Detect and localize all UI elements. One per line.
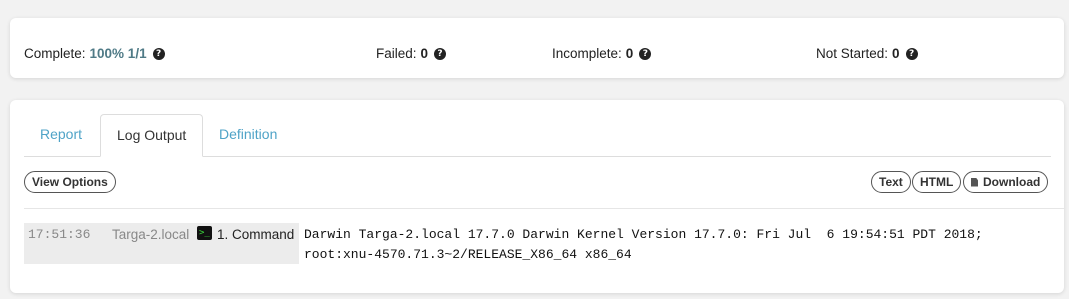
complete-value: 100% 1/1 <box>89 46 147 61</box>
tab-report[interactable]: Report <box>24 114 98 155</box>
log-entry-meta: 17:51:36 Targa-2.local >_ 1. Command <box>24 223 299 264</box>
execution-status-panel: Complete: 100% 1/1 ? Failed: 0 ? Incompl… <box>10 18 1064 78</box>
question-circle-icon[interactable]: ? <box>905 48 918 60</box>
text-format-button[interactable]: Text <box>871 171 911 193</box>
question-circle-icon[interactable]: ? <box>152 48 165 60</box>
failed-status: Failed: 0 ? <box>376 46 447 62</box>
view-options-button[interactable]: View Options <box>24 171 116 193</box>
failed-label: Failed: <box>376 46 417 61</box>
log-hostname: Targa-2.local <box>112 227 190 242</box>
html-format-label: HTML <box>920 174 954 189</box>
terminal-icon: >_ <box>197 226 212 240</box>
not-started-status: Not Started: 0 ? <box>816 46 918 62</box>
divider <box>24 208 1064 209</box>
tab-log-output[interactable]: Log Output <box>100 114 204 157</box>
log-line: Darwin Targa-2.local 17.7.0 Darwin Kerne… <box>304 227 983 242</box>
question-circle-icon[interactable]: ? <box>434 48 447 60</box>
execution-output-panel: Report Log Output Definition View Option… <box>10 100 1064 293</box>
incomplete-label: Incomplete: <box>552 46 622 61</box>
log-line: root:xnu-4570.71.3~2/RELEASE_X86_64 x86_… <box>304 247 632 262</box>
log-step-label: 1. Command <box>217 227 295 242</box>
text-format-label: Text <box>879 174 903 189</box>
download-label: Download <box>983 174 1041 189</box>
file-icon <box>971 177 978 187</box>
log-timestamp: 17:51:36 <box>28 227 91 242</box>
log-output-text: Darwin Targa-2.local 17.7.0 Darwin Kerne… <box>304 225 1044 265</box>
not-started-label: Not Started: <box>816 46 889 61</box>
tab-definition[interactable]: Definition <box>203 114 293 155</box>
html-format-button[interactable]: HTML <box>912 171 962 193</box>
failed-value: 0 <box>420 46 429 61</box>
tab-bar: Report Log Output Definition <box>24 114 1051 157</box>
complete-status: Complete: 100% 1/1 ? <box>24 46 165 62</box>
download-button[interactable]: Download <box>963 171 1049 193</box>
complete-label: Complete: <box>24 46 86 61</box>
question-circle-icon[interactable]: ? <box>639 48 652 60</box>
incomplete-value: 0 <box>625 46 634 61</box>
not-started-value: 0 <box>892 46 900 61</box>
incomplete-status: Incomplete: 0 ? <box>552 46 652 62</box>
view-options-label: View Options <box>32 174 108 189</box>
